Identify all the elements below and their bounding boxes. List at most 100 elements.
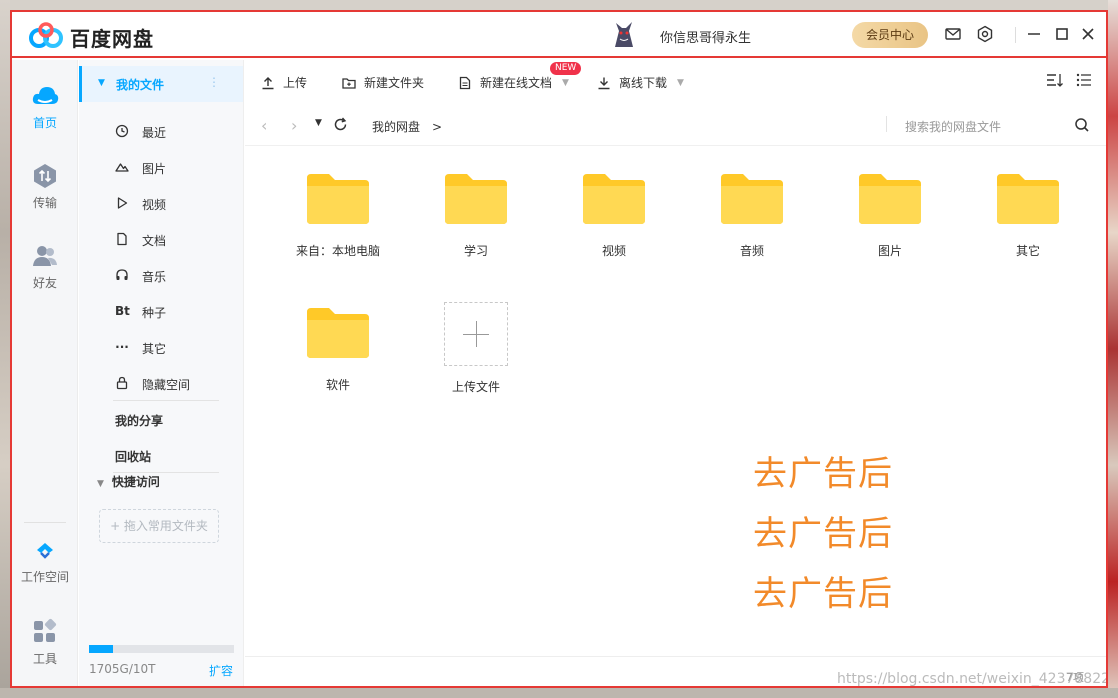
sidebar-item-label: 文档 [142,234,167,248]
chevron-down-icon[interactable]: ▼ [677,78,684,88]
online-doc-icon [459,76,471,89]
collapse-triangle-icon[interactable]: ▼ [97,479,104,489]
back-arrow-icon[interactable]: ‹ [261,116,267,135]
sidebar-item-label: 隐藏空间 [142,378,191,392]
play-icon [117,197,128,209]
ad-removed-text: 去广告后 [753,574,893,614]
list-view-icon[interactable] [1076,72,1092,88]
rail-item-friends[interactable]: 好友 [12,242,78,291]
sidebar-quick-access-label: 快捷访问 [111,475,160,489]
avatar[interactable] [607,17,641,51]
sidebar-item-images[interactable]: 图片 [79,150,243,186]
clock-icon [115,124,129,138]
sort-icon[interactable] [1046,72,1064,88]
new-folder-icon [342,77,356,89]
rail-item-transfer[interactable]: 传输 [12,162,78,211]
sidebar-quick-access[interactable]: ▼ 快捷访问 [97,473,160,490]
address-bar: ‹ › ▼ 我的网盘 > 搜索我的网盘文件 [245,104,1106,146]
folder-item[interactable]: 音频 [692,172,812,259]
close-icon[interactable] [1079,25,1097,43]
folder-name: 图片 [877,244,902,258]
upload-file-tile[interactable]: 上传文件 [416,302,536,395]
rail-label: 工具 [32,652,57,666]
title-bar: 百度网盘 你信思哥得永生 会员中心 [12,12,1106,58]
item-count: 7项 [1066,671,1084,684]
sidebar-my-files-label: 我的文件 [116,78,165,92]
sidebar-item-label: 音乐 [142,270,167,284]
sidebar-item-label: 种子 [142,306,167,320]
desktop-background [0,0,1118,10]
folder-name: 来自：本地电脑 [295,244,380,258]
more-options-icon[interactable]: ⋮ [208,75,220,89]
folder-icon [307,308,369,358]
sidebar-divider [113,400,219,401]
sidebar-my-share[interactable]: 我的分享 [115,412,163,429]
sidebar-item-videos[interactable]: 视频 [79,186,243,222]
upload-icon [262,76,274,89]
folder-item[interactable]: 图片 [830,172,950,259]
folder-item[interactable]: 其它 [968,172,1088,259]
baidu-netdisk-logo-icon [29,22,63,48]
view-controls [1046,72,1092,88]
rail-label: 传输 [32,196,57,210]
folder-item[interactable]: 来自：本地电脑 [278,172,398,259]
vip-center-button[interactable]: 会员中心 [852,22,928,48]
upload-button[interactable]: 上传 [261,74,307,91]
ad-removed-text: 去广告后 [753,514,893,554]
sidebar-my-files[interactable]: ▼ 我的文件 ⋮ [79,66,243,102]
username[interactable]: 你信思哥得永生 [660,27,751,46]
maximize-icon[interactable] [1053,25,1071,43]
file-grid: 来自：本地电脑 学习 视频 音频 图片 其它 软件 上传文件 去广告后 去广告后… [245,146,1106,656]
cloud-icon [32,87,59,104]
image-icon [115,163,129,172]
mail-icon[interactable] [944,25,962,43]
new-folder-button[interactable]: 新建文件夹 [342,74,424,91]
search-icon[interactable] [1074,117,1090,133]
storage-quota-text: 1705G/10T [89,662,156,676]
sidebar-item-music[interactable]: 音乐 [79,258,243,294]
sidebar-item-label: 图片 [142,162,167,176]
folder-name: 软件 [325,378,350,392]
expand-storage-link[interactable]: 扩容 [209,662,233,679]
rail-item-home[interactable]: 首页 [12,82,78,131]
rail-item-workspace[interactable]: 工作空间 [12,536,78,585]
storage-quota-bar [89,645,234,653]
new-online-doc-button[interactable]: 新建在线文档 ▼ [458,74,569,91]
folder-name: 学习 [463,244,488,258]
sidebar-item-others[interactable]: ··· 其它 [79,330,243,366]
desktop-background [1108,0,1118,698]
drop-folder-zone[interactable]: + 拖入常用文件夹 [99,509,219,543]
folder-icon [307,174,369,224]
storage-quota-fill [89,645,114,653]
folder-item[interactable]: 视频 [554,172,674,259]
main-panel: 上传 新建文件夹 新建在线文档 ▼ NEW 离线下载 ▼ ‹ › ▼ 我的网盘 … [245,60,1106,686]
refresh-icon[interactable] [333,117,348,132]
app-title: 百度网盘 [70,27,154,51]
rail-item-tools[interactable]: 工具 [12,618,78,667]
headphones-icon [116,269,128,280]
new-badge: NEW [550,62,582,75]
sidebar-item-documents[interactable]: 文档 [79,222,243,258]
plus-icon[interactable] [444,302,508,366]
sidebar-item-recent[interactable]: 最近 [79,114,243,150]
search-divider [886,116,887,132]
sidebar-recycle-bin[interactable]: 回收站 [115,448,151,465]
folder-item[interactable]: 软件 [278,306,398,393]
settings-icon[interactable] [976,25,994,43]
forward-arrow-icon[interactable]: › [291,116,297,135]
folder-item[interactable]: 学习 [416,172,536,259]
folder-icon [583,174,645,224]
sidebar-item-hidden-space[interactable]: 隐藏空间 [79,366,243,402]
minimize-icon[interactable] [1025,25,1043,43]
folder-icon [997,174,1059,224]
folder-icon [721,174,783,224]
search-input[interactable]: 搜索我的网盘文件 [905,118,1001,135]
rail-label: 工作空间 [20,570,69,584]
collapse-triangle-icon[interactable]: ▼ [98,78,105,88]
sidebar-item-torrents[interactable]: Bt 种子 [79,294,243,330]
transfer-icon [34,164,56,188]
chevron-down-icon[interactable]: ▼ [562,78,569,88]
history-dropdown-icon[interactable]: ▼ [315,118,322,128]
breadcrumb-my-netdisk[interactable]: 我的网盘 [372,120,420,134]
offline-download-button[interactable]: 离线下载 ▼ [597,74,684,91]
